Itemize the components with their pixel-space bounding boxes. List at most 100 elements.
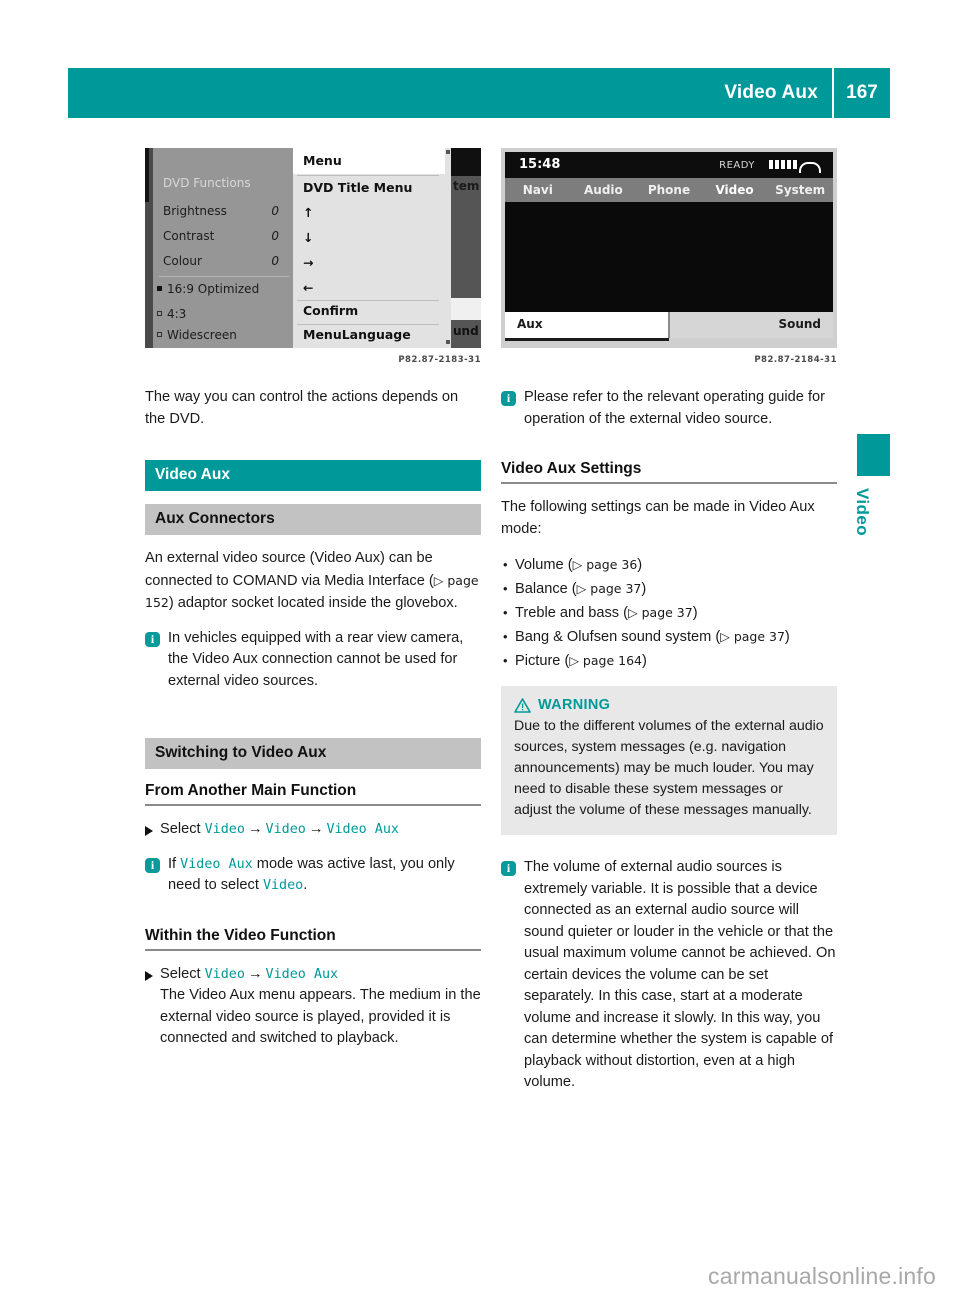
dvd-option-43: 4:3 [157, 307, 285, 321]
dvd-row-contrast-value: 0 [271, 229, 279, 243]
submenu-item-menulanguage: MenuLanguage [303, 327, 411, 342]
dvd-row-contrast: Contrast 0 [163, 229, 285, 243]
menu-token-video-aux-2[interactable]: Video Aux [180, 857, 253, 872]
submenu-item-up-arrow-icon: ↑ [303, 205, 314, 220]
page-reference-164[interactable]: ▷ page 164 [569, 653, 642, 668]
subsection-band-switching: Switching to Video Aux [145, 738, 481, 769]
page-reference-37-c[interactable]: ▷ page 37 [720, 629, 785, 644]
background-white-block [451, 298, 481, 320]
step-prefix-2: Select [160, 965, 201, 982]
note-volume-variability: i The volume of external audio sources i… [501, 857, 837, 1094]
comand-menu-item-audio[interactable]: Audio [571, 183, 637, 197]
warning-box: WARNING Due to the different volumes of … [501, 686, 837, 835]
step-triangle-icon [145, 970, 153, 981]
settings-item-picture-label: Picture [515, 653, 561, 669]
warning-label: WARNING [538, 697, 611, 713]
background-label-system: tem [453, 179, 480, 193]
settings-item-bang-olufsen-label: Bang & Olufsen sound system [515, 629, 712, 645]
menu-token-video-4[interactable]: Video [205, 967, 245, 982]
info-icon: i [501, 861, 516, 876]
step-select-path-1-text: Select Video → Video → Video Aux [160, 819, 399, 841]
step-prefix-1: Select [160, 821, 201, 837]
dvd-row-brightness-value: 0 [271, 204, 279, 218]
note-rear-view-camera-text: In vehicles equipped with a rear view ca… [168, 629, 464, 689]
phone-handset-icon [799, 162, 821, 173]
dvd-option-169-label: 16:9 Optimized [167, 282, 260, 296]
comand-menu-bar: Navi Audio Phone Video System [505, 178, 833, 202]
page-header-bar: Video Aux 167 [68, 68, 890, 118]
comand-video-viewport [505, 202, 833, 312]
settings-item-balance-label: Balance [515, 581, 568, 597]
heading-video-aux-settings: Video Aux Settings [501, 460, 837, 484]
warning-header: WARNING [514, 697, 824, 713]
aux-connectors-text-2: ) adaptor socket located inside the glov… [168, 595, 458, 611]
background-label-sound: und [453, 324, 479, 338]
right-column: 15:48 READY Navi Audio Phone Video Syste… [501, 148, 837, 1094]
chapter-tab-label: Video [853, 488, 872, 536]
chapter-tab-marker [857, 434, 890, 476]
figure-caption-right: P82.87-2184-31 [754, 355, 837, 365]
page-reference-37-b[interactable]: ▷ page 37 [628, 605, 693, 620]
dvd-background-panel: tem und [451, 148, 481, 348]
warning-body-text: Due to the different volumes of the exte… [514, 718, 824, 818]
menu-token-video-aux-3[interactable]: Video Aux [266, 967, 339, 982]
dvd-option-widescreen: Widescreen [157, 328, 285, 342]
submenu-item-down-arrow-icon: ↓ [303, 230, 314, 245]
figure-dvd-functions: DVD Functions Brightness 0 Contrast 0 Co… [145, 148, 481, 365]
comand-soft-key-aux-label: Aux [517, 317, 543, 331]
step-select-path-2-line: Select Video → Video Aux [160, 964, 481, 986]
radio-unselected-icon [157, 332, 162, 337]
comand-screenshot: 15:48 READY Navi Audio Phone Video Syste… [501, 148, 837, 348]
dvd-row-colour-label: Colour [163, 254, 202, 268]
arrow-icon: → [247, 821, 263, 837]
dvd-row-colour-value: 0 [271, 254, 279, 268]
dvd-functions-panel: DVD Functions Brightness 0 Contrast 0 Co… [153, 148, 293, 348]
page-reference-37-a[interactable]: ▷ page 37 [577, 581, 642, 596]
dvd-option-43-label: 4:3 [167, 307, 187, 321]
screen-black-strip [145, 148, 149, 202]
step-select-path-2-text: Select Video → Video Aux The Video Aux men… [160, 964, 481, 1050]
step-select-path-2-body: The Video Aux menu appears. The medium i… [160, 987, 481, 1046]
submenu-item-dvd-title-menu: DVD Title Menu [303, 180, 413, 195]
submenu-separator-3 [297, 324, 439, 325]
dvd-row-brightness-label: Brightness [163, 204, 227, 218]
comand-clock: 15:48 [519, 157, 561, 172]
dvd-row-brightness: Brightness 0 [163, 204, 285, 218]
dvd-functions-title: DVD Functions [163, 176, 251, 190]
comand-soft-key-sound[interactable]: Sound [670, 312, 833, 338]
menu-token-video-2[interactable]: Video [266, 822, 306, 837]
comand-menu-item-navi[interactable]: Navi [505, 183, 571, 197]
list-item: Volume (▷ page 36) [501, 553, 837, 577]
page-reference-36[interactable]: ▷ page 36 [573, 557, 638, 572]
comand-menu-item-system[interactable]: System [767, 183, 833, 197]
submenu-item-confirm: Confirm [303, 303, 359, 318]
menu-token-video-aux-1[interactable]: Video Aux [326, 822, 399, 837]
menu-token-video-1[interactable]: Video [205, 822, 245, 837]
note-end-text: . [303, 877, 308, 893]
comand-menu-item-video[interactable]: Video [702, 183, 768, 197]
info-icon: i [501, 391, 516, 406]
list-item: Balance (▷ page 37) [501, 577, 837, 601]
dvd-option-169: 16:9 Optimized [157, 282, 285, 296]
footer-watermark: carmanualsonline.info [708, 1263, 936, 1289]
comand-soft-key-aux[interactable]: Aux [505, 312, 670, 338]
settings-item-treble-bass-label: Treble and bass [515, 605, 620, 621]
menu-token-video-3[interactable]: Video [263, 878, 303, 893]
submenu-separator-2 [297, 300, 439, 301]
radio-selected-icon [157, 286, 162, 291]
dvd-submenu-panel: Menu DVD Title Menu ↑ ↓ → ← Confirm Menu… [293, 148, 445, 348]
step-triangle-icon [145, 826, 153, 836]
comand-soft-key-sound-label: Sound [778, 317, 821, 331]
radio-unselected-icon [157, 311, 162, 316]
note-operating-guide-text: Please refer to the relevant operating g… [524, 389, 825, 427]
dvd-row-colour: Colour 0 [163, 254, 285, 268]
signal-strength-icon [769, 160, 797, 169]
aux-connectors-paragraph: An external video source (Video Aux) can… [145, 548, 481, 615]
note-mode-active-last: i If Video Aux mode was active last, you… [145, 854, 481, 897]
left-column: DVD Functions Brightness 0 Contrast 0 Co… [145, 148, 481, 1050]
list-item: Picture (▷ page 164) [501, 649, 837, 673]
comand-ready-label: READY [719, 160, 755, 171]
figure-caption-left: P82.87-2183-31 [398, 355, 481, 365]
comand-menu-item-phone[interactable]: Phone [636, 183, 702, 197]
note-operating-guide: i Please refer to the relevant operating… [501, 387, 837, 430]
